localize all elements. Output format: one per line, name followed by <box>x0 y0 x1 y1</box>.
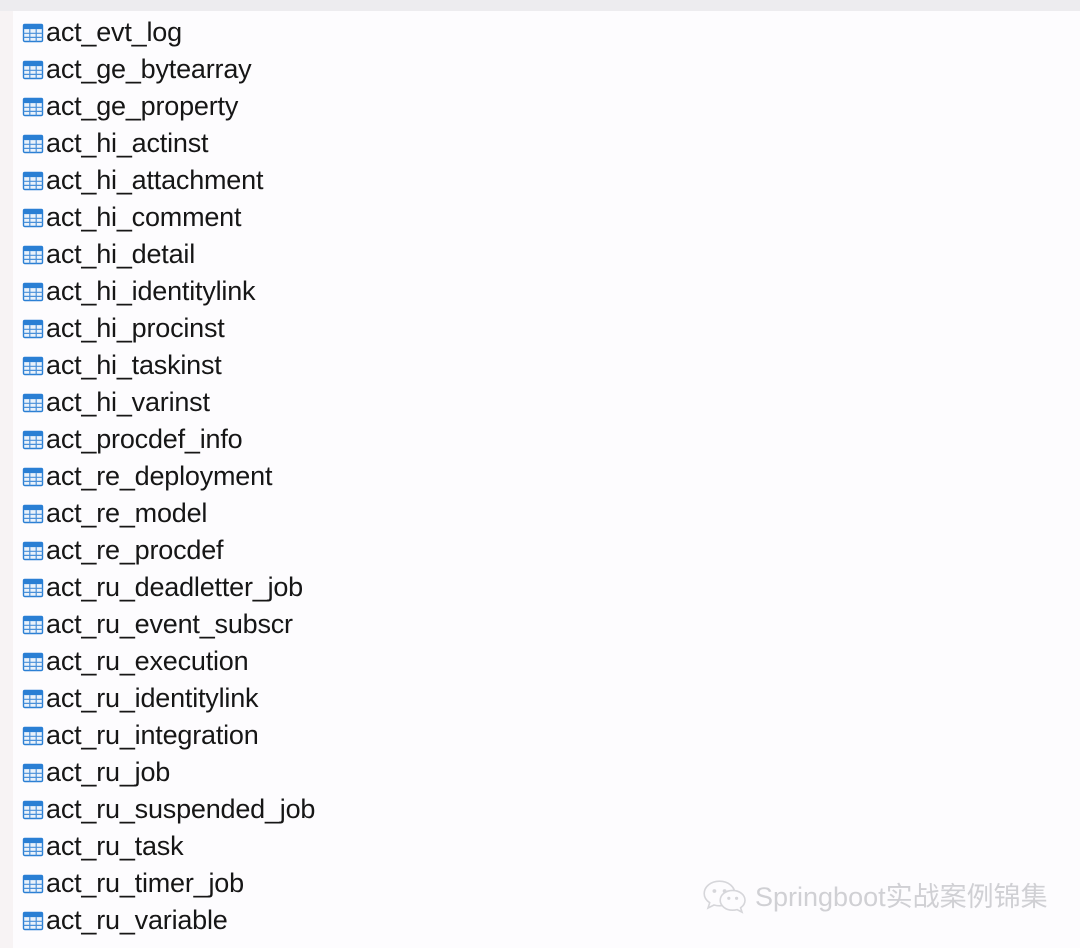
table-list-item[interactable]: act_hi_comment <box>0 199 1080 236</box>
table-list-item[interactable]: act_procdef_info <box>0 421 1080 458</box>
table-name-label: act_hi_taskinst <box>46 350 222 380</box>
database-table-icon <box>22 725 46 747</box>
database-table-icon <box>22 873 46 895</box>
database-table-icon <box>22 762 46 784</box>
database-table-icon <box>22 910 46 932</box>
table-list-item[interactable]: act_hi_procinst <box>0 310 1080 347</box>
table-list-item[interactable]: act_ru_suspended_job <box>0 791 1080 828</box>
table-list-item[interactable]: act_hi_identitylink <box>0 273 1080 310</box>
table-name-label: act_ru_suspended_job <box>46 794 316 824</box>
table-list-item[interactable]: act_evt_log <box>0 14 1080 51</box>
database-table-icon <box>22 392 46 414</box>
database-table-icon <box>22 540 46 562</box>
database-table-icon <box>22 133 46 155</box>
table-list-item[interactable]: act_hi_detail <box>0 236 1080 273</box>
database-table-icon <box>22 244 46 266</box>
database-table-icon <box>22 207 46 229</box>
table-list-item[interactable]: act_hi_varinst <box>0 384 1080 421</box>
table-name-label: act_hi_comment <box>46 202 242 232</box>
table-list-item[interactable]: act_re_model <box>0 495 1080 532</box>
table-list-item[interactable]: act_re_deployment <box>0 458 1080 495</box>
database-table-icon <box>22 355 46 377</box>
table-name-label: act_ru_job <box>46 757 171 787</box>
table-name-label: act_re_procdef <box>46 535 224 565</box>
database-table-list: act_evt_log act_ge_bytearray act_ge_prop… <box>0 11 1080 939</box>
table-name-label: act_procdef_info <box>46 424 243 454</box>
table-name-label: act_re_model <box>46 498 208 528</box>
table-name-label: act_ru_event_subscr <box>46 609 293 639</box>
table-list-item[interactable]: act_ru_timer_job <box>0 865 1080 902</box>
database-table-icon <box>22 614 46 636</box>
database-table-icon <box>22 96 46 118</box>
table-name-label: act_ru_variable <box>46 905 228 935</box>
table-list-item[interactable]: act_ru_identitylink <box>0 680 1080 717</box>
table-name-label: act_hi_procinst <box>46 313 225 343</box>
table-name-label: act_ru_deadletter_job <box>46 572 303 602</box>
table-list-item[interactable]: act_ru_job <box>0 754 1080 791</box>
table-name-label: act_hi_attachment <box>46 165 264 195</box>
table-list-item[interactable]: act_ru_execution <box>0 643 1080 680</box>
table-list-item[interactable]: act_ru_task <box>0 828 1080 865</box>
database-table-icon <box>22 836 46 858</box>
database-table-icon <box>22 503 46 525</box>
table-list-item[interactable]: act_hi_actinst <box>0 125 1080 162</box>
database-table-icon <box>22 59 46 81</box>
table-list-item[interactable]: act_ge_bytearray <box>0 51 1080 88</box>
table-list-item[interactable]: act_ge_property <box>0 88 1080 125</box>
database-table-icon <box>22 688 46 710</box>
table-list-item[interactable]: act_hi_taskinst <box>0 347 1080 384</box>
database-table-icon <box>22 466 46 488</box>
table-list-item[interactable]: act_ru_deadletter_job <box>0 569 1080 606</box>
table-name-label: act_evt_log <box>46 17 182 47</box>
table-name-label: act_hi_varinst <box>46 387 210 417</box>
database-table-icon <box>22 22 46 44</box>
table-name-label: act_ru_task <box>46 831 184 861</box>
database-table-icon <box>22 651 46 673</box>
table-name-label: act_ru_timer_job <box>46 868 244 898</box>
table-list-item[interactable]: act_ru_variable <box>0 902 1080 939</box>
table-name-label: act_hi_identitylink <box>46 276 256 306</box>
table-name-label: act_hi_actinst <box>46 128 209 158</box>
table-list-item[interactable]: act_hi_attachment <box>0 162 1080 199</box>
database-table-icon <box>22 318 46 340</box>
table-list-item[interactable]: act_ru_integration <box>0 717 1080 754</box>
table-list-item[interactable]: act_ru_event_subscr <box>0 606 1080 643</box>
database-table-icon <box>22 577 46 599</box>
table-name-label: act_ge_bytearray <box>46 54 252 84</box>
table-name-label: act_ru_execution <box>46 646 249 676</box>
top-edge-strip <box>0 0 1080 11</box>
table-name-label: act_hi_detail <box>46 239 196 269</box>
database-table-icon <box>22 799 46 821</box>
database-table-icon <box>22 170 46 192</box>
database-table-icon <box>22 281 46 303</box>
table-name-label: act_ru_identitylink <box>46 683 259 713</box>
database-table-icon <box>22 429 46 451</box>
table-name-label: act_re_deployment <box>46 461 273 491</box>
table-name-label: act_ru_integration <box>46 720 259 750</box>
table-list-item[interactable]: act_re_procdef <box>0 532 1080 569</box>
table-name-label: act_ge_property <box>46 91 239 121</box>
